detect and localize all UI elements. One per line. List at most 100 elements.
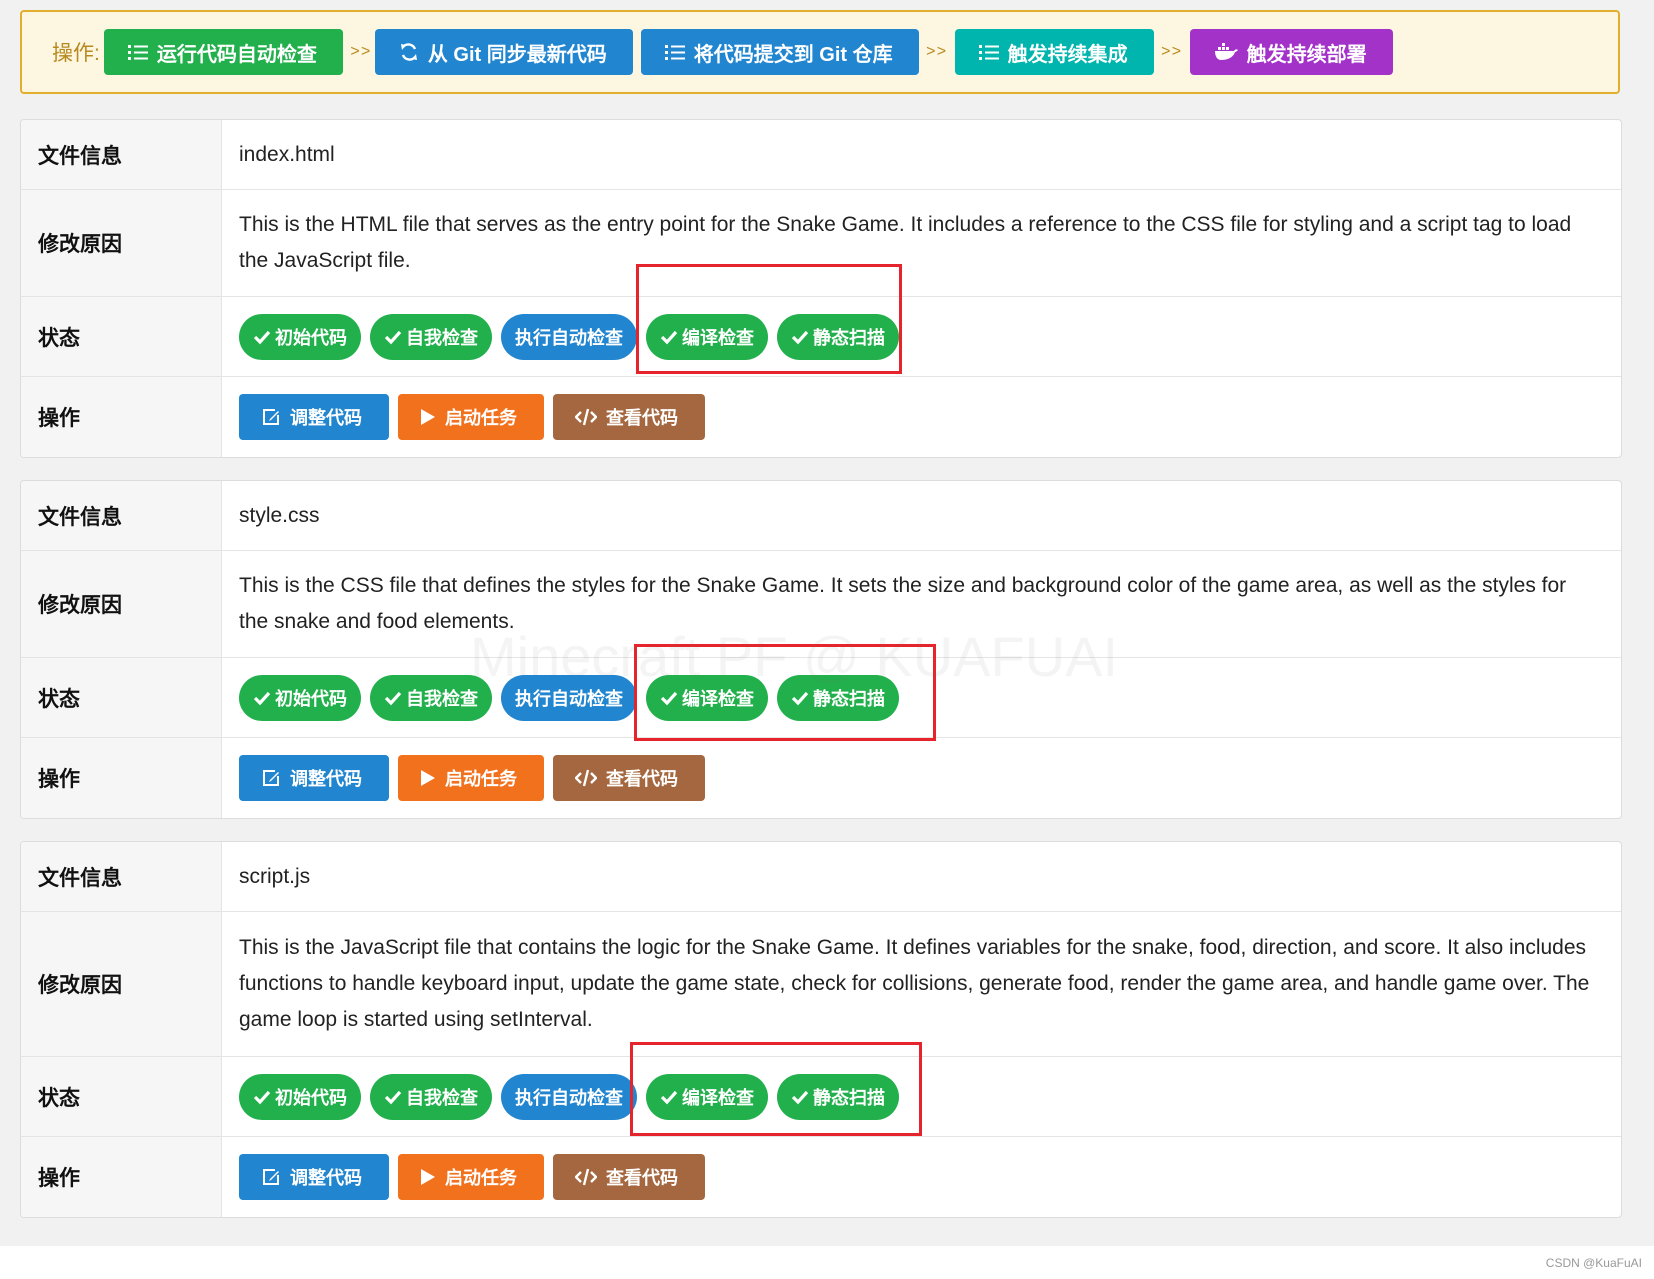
list-check-icon — [127, 43, 148, 61]
edit-icon — [261, 407, 281, 427]
checkmark-icon — [660, 690, 678, 706]
reason-row: 修改原因 This is the JavaScript file that co… — [21, 912, 1621, 1057]
docker-icon — [1214, 43, 1238, 61]
file-info-row: 文件信息 style.css — [21, 481, 1621, 551]
file-card-style-css: 文件信息 style.css 修改原因 This is the CSS file… — [20, 480, 1622, 819]
file-name: index.html — [239, 142, 335, 166]
commit-to-git-button[interactable]: 将代码提交到 Git 仓库 — [640, 29, 919, 75]
checkmark-icon — [791, 1089, 809, 1105]
checkmark-icon — [660, 329, 678, 345]
file-name: style.css — [239, 503, 320, 527]
play-icon — [420, 769, 436, 787]
status-badge-self-check: 自我检查 — [370, 1073, 492, 1120]
status-row: 状态 初始代码 自我检查 执行自动检查 编译检查 静态扫描 — [21, 1057, 1621, 1137]
status-badges: 初始代码 自我检查 执行自动检查 编译检查 静态扫描 — [222, 1057, 1621, 1136]
checkmark-icon — [253, 1089, 271, 1105]
step-separator: >> — [926, 43, 948, 61]
status-badge-run-auto-check: 执行自动检查 — [501, 313, 637, 360]
edit-icon — [261, 768, 281, 788]
view-code-button[interactable]: 查看代码 — [553, 755, 705, 801]
checkmark-icon — [791, 329, 809, 345]
trigger-cd-label: 触发持续部署 — [1246, 43, 1367, 66]
actions-row: 操作 调整代码 启动任务 查看代码 — [21, 738, 1621, 818]
view-code-button[interactable]: 查看代码 — [553, 1154, 705, 1200]
view-code-button[interactable]: 查看代码 — [553, 394, 705, 440]
operation-bar: 操作: 运行代码自动检查 >> 从 Git 同步最新代码 将代码提交到 Git … — [20, 10, 1620, 94]
action-buttons: 调整代码 启动任务 查看代码 — [222, 738, 1621, 818]
reason-label: 修改原因 — [21, 551, 222, 657]
checkmark-icon — [791, 690, 809, 706]
status-row: 状态 初始代码 自我检查 执行自动检查 编译检查 静态扫描 — [21, 658, 1621, 738]
file-info-row: 文件信息 index.html — [21, 120, 1621, 190]
list-check-icon — [978, 43, 999, 61]
start-task-button[interactable]: 启动任务 — [398, 394, 544, 440]
file-info-row: 文件信息 script.js — [21, 842, 1621, 912]
actions-row: 操作 调整代码 启动任务 查看代码 — [21, 1137, 1621, 1217]
file-card-index-html: 文件信息 index.html 修改原因 This is the HTML fi… — [20, 119, 1622, 458]
edit-icon — [261, 1167, 281, 1187]
app-root: 操作: 运行代码自动检查 >> 从 Git 同步最新代码 将代码提交到 Git … — [0, 0, 1654, 1246]
actions-label: 操作 — [21, 1137, 222, 1217]
adjust-code-button[interactable]: 调整代码 — [239, 394, 389, 440]
status-badge-static-scan: 静态扫描 — [777, 674, 899, 721]
trigger-ci-button[interactable]: 触发持续集成 — [954, 29, 1154, 75]
status-label: 状态 — [21, 297, 222, 376]
reason-label: 修改原因 — [21, 912, 222, 1056]
reason-label: 修改原因 — [21, 190, 222, 296]
status-badge-initial-code: 初始代码 — [239, 1073, 361, 1120]
file-card-script-js: 文件信息 script.js 修改原因 This is the JavaScri… — [20, 841, 1622, 1218]
sync-icon — [399, 42, 419, 62]
action-buttons: 调整代码 启动任务 查看代码 — [222, 377, 1621, 457]
run-auto-check-label: 运行代码自动检查 — [156, 43, 317, 66]
checkmark-icon — [384, 690, 402, 706]
sync-from-git-button[interactable]: 从 Git 同步最新代码 — [374, 29, 633, 75]
trigger-ci-label: 触发持续集成 — [1007, 43, 1128, 66]
code-icon — [575, 1168, 597, 1186]
code-icon — [575, 408, 597, 426]
status-badge-initial-code: 初始代码 — [239, 313, 361, 360]
operation-label: 操作: — [52, 42, 100, 65]
file-info-label: 文件信息 — [21, 842, 222, 911]
checkmark-icon — [253, 690, 271, 706]
file-info-label: 文件信息 — [21, 120, 222, 189]
action-buttons: 调整代码 启动任务 查看代码 — [222, 1137, 1621, 1217]
actions-row: 操作 调整代码 启动任务 查看代码 — [21, 377, 1621, 457]
step-separator: >> — [1161, 43, 1183, 61]
reason-text: This is the JavaScript file that contain… — [239, 936, 1590, 1031]
status-badge-run-auto-check: 执行自动检查 — [501, 1073, 637, 1120]
play-icon — [420, 408, 436, 426]
adjust-code-button[interactable]: 调整代码 — [239, 1154, 389, 1200]
file-name: script.js — [239, 864, 311, 888]
run-auto-check-button[interactable]: 运行代码自动检查 — [103, 29, 343, 75]
play-icon — [420, 1168, 436, 1186]
reason-row: 修改原因 This is the CSS file that defines t… — [21, 551, 1621, 658]
trigger-cd-button[interactable]: 触发持续部署 — [1189, 29, 1393, 75]
checkmark-icon — [253, 329, 271, 345]
status-badges: 初始代码 自我检查 执行自动检查 编译检查 静态扫描 — [222, 297, 1621, 376]
status-badge-self-check: 自我检查 — [370, 674, 492, 721]
actions-label: 操作 — [21, 377, 222, 457]
start-task-button[interactable]: 启动任务 — [398, 1154, 544, 1200]
reason-row: 修改原因 This is the HTML file that serves a… — [21, 190, 1621, 297]
status-badge-run-auto-check: 执行自动检查 — [501, 674, 637, 721]
status-badge-compile-check: 编译检查 — [646, 674, 768, 721]
status-row: 状态 初始代码 自我检查 执行自动检查 编译检查 静态扫描 — [21, 297, 1621, 377]
status-badges: 初始代码 自我检查 执行自动检查 编译检查 静态扫描 — [222, 658, 1621, 737]
actions-label: 操作 — [21, 738, 222, 818]
commit-to-git-label: 将代码提交到 Git 仓库 — [693, 43, 893, 66]
reason-text: This is the CSS file that defines the st… — [239, 574, 1567, 633]
sync-from-git-label: 从 Git 同步最新代码 — [427, 43, 607, 66]
step-separator: >> — [350, 43, 372, 61]
adjust-code-button[interactable]: 调整代码 — [239, 755, 389, 801]
status-badge-static-scan: 静态扫描 — [777, 313, 899, 360]
status-badge-self-check: 自我检查 — [370, 313, 492, 360]
status-label: 状态 — [21, 1057, 222, 1136]
status-label: 状态 — [21, 658, 222, 737]
status-badge-compile-check: 编译检查 — [646, 313, 768, 360]
checkmark-icon — [384, 1089, 402, 1105]
status-badge-compile-check: 编译检查 — [646, 1073, 768, 1120]
start-task-button[interactable]: 启动任务 — [398, 755, 544, 801]
reason-text: This is the HTML file that serves as the… — [239, 213, 1572, 272]
checkmark-icon — [384, 329, 402, 345]
credit-text: CSDN @KuaFuAI — [1545, 1256, 1642, 1270]
